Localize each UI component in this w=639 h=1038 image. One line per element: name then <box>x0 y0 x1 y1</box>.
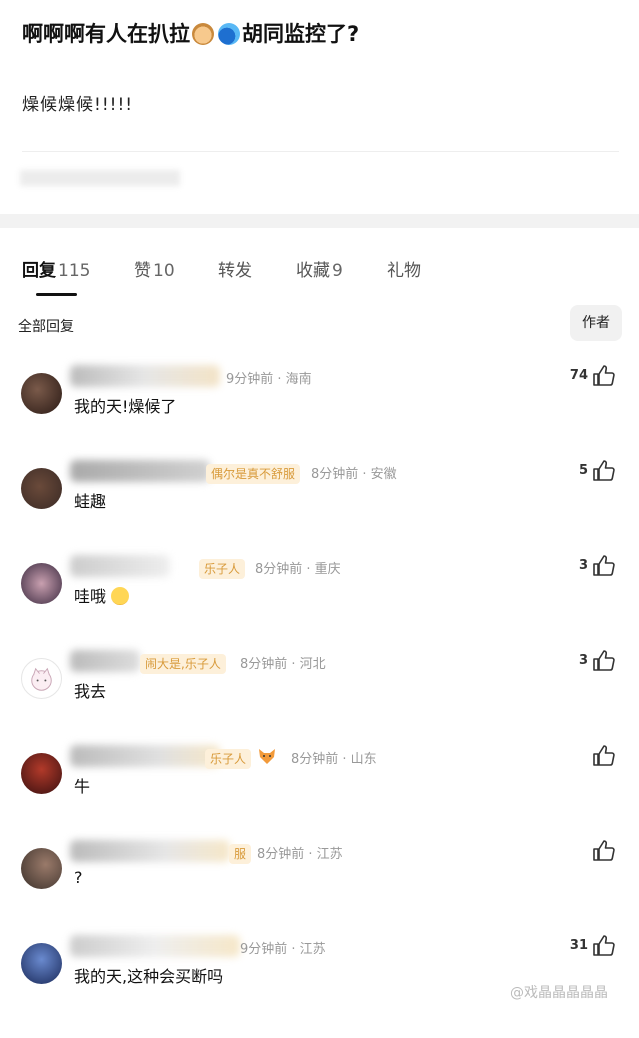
avatar[interactable] <box>21 848 62 889</box>
all-replies-label: 全部回复 <box>18 319 74 335</box>
like-button[interactable]: 3 <box>560 554 620 580</box>
fan-badge: 闹大是,乐子人 <box>140 654 226 674</box>
comment-meta: 8分钟前 · 河北 <box>240 657 326 672</box>
cat-avatar-icon <box>31 667 52 691</box>
post-content: 啊啊啊有人在扒拉 胡同监控了? 燥候燥候!!!!! <box>0 0 639 214</box>
like-button[interactable] <box>560 744 620 770</box>
comment-meta: 8分钟前 · 安徽 <box>311 467 397 482</box>
thumbs-up-icon <box>593 935 615 956</box>
username-redacted[interactable] <box>70 650 140 672</box>
tab-likes[interactable]: 赞 10 <box>134 256 175 281</box>
comment-text: 哇哦 <box>74 583 130 607</box>
avatar[interactable] <box>21 943 62 984</box>
username-redacted[interactable] <box>70 460 210 482</box>
comment-text: 我的天,这种会买断吗 <box>74 967 224 986</box>
tab-gifts[interactable]: 礼物 <box>387 256 421 281</box>
comment-text: 我去 <box>74 682 107 701</box>
fan-badge: 偶尔是真不舒服 <box>206 464 301 484</box>
avatar[interactable] <box>21 468 62 509</box>
comment-text: 我的天!燥候了 <box>74 397 177 416</box>
username-redacted[interactable] <box>70 555 170 577</box>
username-redacted[interactable] <box>70 840 230 862</box>
thumbs-up-icon <box>593 745 615 766</box>
comment-item: 9分钟前 · 海南 我的天!燥候了 74 <box>0 365 639 468</box>
fan-badge: 乐子人 <box>205 749 252 769</box>
interaction-tabs: 回复 115 赞 10 转发 收藏 9 礼物 <box>0 228 639 298</box>
comment-text: ? <box>74 868 83 887</box>
post-body: 燥候燥候!!!!! <box>22 95 134 115</box>
tab-favorites[interactable]: 收藏 9 <box>296 256 343 281</box>
surprised-emoji-icon <box>111 587 130 605</box>
post-title: 啊啊啊有人在扒拉 胡同监控了? <box>22 18 359 48</box>
author-filter-button[interactable]: 作者 <box>570 305 622 341</box>
thumbs-up-icon <box>593 460 615 481</box>
active-tab-indicator <box>36 293 77 296</box>
thumbs-up-icon <box>593 650 615 671</box>
comment-meta: 9分钟前 · 海南 <box>226 372 312 387</box>
comment-text: 蛙趣 <box>74 492 107 511</box>
avatar[interactable] <box>21 753 62 794</box>
wave-emoji-icon <box>218 23 240 45</box>
tab-replies[interactable]: 回复 115 <box>22 256 90 281</box>
thumbs-up-icon <box>593 555 615 576</box>
username-redacted[interactable] <box>70 745 220 767</box>
comment-meta: 9分钟前 · 江苏 <box>240 942 326 957</box>
redacted-strip <box>20 170 180 186</box>
section-gap <box>0 214 639 228</box>
comment-item: 乐子人 8分钟前 · 重庆 哇哦 3 <box>0 555 639 658</box>
like-button[interactable]: 74 <box>560 364 620 390</box>
like-count: 74 <box>569 368 588 383</box>
like-count: 3 <box>578 558 588 573</box>
fan-badge: 服 <box>229 844 252 864</box>
username-redacted[interactable] <box>70 365 220 387</box>
comment-meta: 8分钟前 · 江苏 <box>257 847 343 862</box>
avatar[interactable] <box>21 373 62 414</box>
like-button[interactable] <box>560 839 620 865</box>
post-title-part2: 胡同监控了? <box>242 22 360 46</box>
like-button[interactable]: 31 <box>560 934 620 960</box>
thumbs-up-icon <box>593 840 615 861</box>
like-count: 31 <box>569 938 588 953</box>
fan-badge: 乐子人 <box>199 559 246 579</box>
like-count: 5 <box>578 463 588 478</box>
like-button[interactable]: 5 <box>560 459 620 485</box>
comment-item: 偶尔是真不舒服 8分钟前 · 安徽 蛙趣 5 <box>0 460 639 563</box>
comment-item: 闹大是,乐子人 8分钟前 · 河北 我去 3 <box>0 650 639 753</box>
face-emoji-icon <box>192 23 214 45</box>
divider <box>22 151 619 152</box>
like-count: 3 <box>578 653 588 668</box>
post-title-part1: 啊啊啊有人在扒拉 <box>22 22 190 46</box>
avatar[interactable] <box>21 563 62 604</box>
comment-meta: 8分钟前 · 重庆 <box>255 562 341 577</box>
comment-text: 牛 <box>74 777 91 796</box>
watermark: @戏晶晶晶晶晶 <box>510 985 608 1001</box>
thumbs-up-icon <box>593 365 615 386</box>
avatar[interactable] <box>21 658 62 699</box>
comment-meta: 8分钟前 · 山东 <box>291 752 377 767</box>
comment-item: 乐子人 8分钟前 · 山东 牛 <box>0 745 639 848</box>
username-redacted[interactable] <box>70 935 240 957</box>
tab-reposts[interactable]: 转发 <box>218 256 252 281</box>
like-button[interactable]: 3 <box>560 649 620 675</box>
fox-badge-icon <box>259 749 275 764</box>
comment-item: 服 8分钟前 · 江苏 ? <box>0 840 639 943</box>
